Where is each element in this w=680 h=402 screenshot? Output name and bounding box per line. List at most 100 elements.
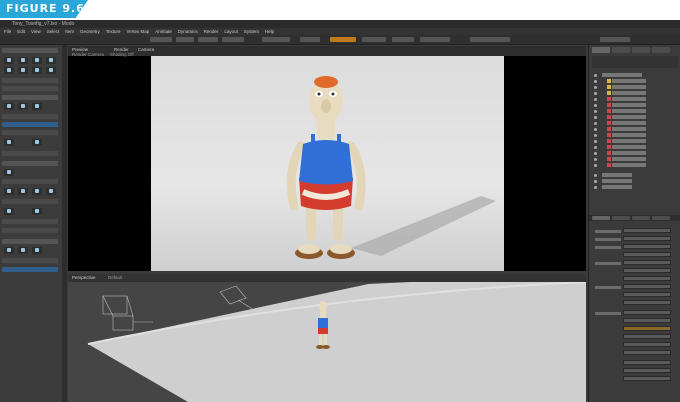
tool-icon[interactable] — [32, 247, 42, 254]
layout-dropdown[interactable] — [470, 37, 510, 42]
property-field[interactable] — [623, 268, 671, 273]
toolbar-button[interactable] — [392, 37, 414, 42]
vertical-tab-strip[interactable] — [62, 45, 67, 402]
tool-row[interactable] — [2, 258, 58, 263]
item-row[interactable] — [594, 139, 678, 144]
tool-row[interactable] — [2, 114, 58, 119]
tool-icon[interactable] — [4, 57, 14, 64]
item-row[interactable] — [594, 145, 678, 150]
item-row[interactable] — [594, 185, 678, 190]
menu-item-view[interactable]: View — [31, 29, 41, 34]
tab-perspective[interactable]: Perspective — [72, 275, 96, 280]
tool-icon[interactable] — [32, 139, 42, 146]
property-field[interactable] — [623, 318, 671, 323]
menu-item-vertex-map[interactable]: Vertex Map — [127, 29, 150, 34]
property-field[interactable] — [623, 342, 671, 347]
tab-channels[interactable] — [632, 47, 650, 53]
tab-items[interactable] — [592, 47, 610, 53]
tool-icon[interactable] — [4, 103, 14, 110]
tool-row[interactable] — [2, 228, 58, 233]
property-field[interactable] — [623, 276, 671, 281]
item-row[interactable] — [594, 151, 678, 156]
tool-row[interactable] — [2, 219, 58, 224]
menu-item-geometry[interactable]: Geometry — [80, 29, 100, 34]
tab-camera[interactable]: Camera — [138, 47, 154, 52]
tool-icon[interactable] — [4, 67, 14, 74]
tool-icon[interactable] — [4, 169, 14, 176]
tool-row[interactable] — [2, 199, 58, 204]
item-row[interactable] — [594, 179, 678, 184]
property-field[interactable] — [623, 292, 671, 297]
tool-icon[interactable] — [46, 67, 56, 74]
property-field[interactable] — [623, 236, 671, 241]
property-field[interactable] — [623, 368, 671, 373]
menu-item-render[interactable]: Render — [204, 29, 219, 34]
toolbar-button[interactable] — [600, 37, 630, 42]
tab-properties[interactable] — [592, 216, 610, 220]
tool-row[interactable] — [2, 78, 58, 83]
toolbar-button[interactable] — [362, 37, 386, 42]
menu-item-item[interactable]: Item — [65, 29, 74, 34]
tool-row[interactable] — [2, 122, 58, 127]
toolbar-button[interactable] — [262, 37, 290, 42]
tool-icon[interactable] — [32, 67, 42, 74]
toolbar-button[interactable] — [176, 37, 194, 42]
toolbar-button[interactable] — [300, 37, 320, 42]
tab-tags[interactable] — [652, 216, 670, 220]
toolbar-button[interactable] — [330, 37, 356, 42]
menu-item-help[interactable]: Help — [265, 29, 274, 34]
menu-item-edit[interactable]: Edit — [17, 29, 25, 34]
item-row[interactable] — [594, 97, 678, 102]
property-field[interactable] — [623, 350, 671, 355]
property-field[interactable] — [623, 252, 671, 257]
tool-icon[interactable] — [18, 247, 28, 254]
shading-label[interactable]: Shading Off — [110, 52, 134, 57]
item-row[interactable] — [594, 157, 678, 162]
tool-icon[interactable] — [4, 208, 14, 215]
property-field[interactable] — [623, 284, 671, 289]
property-field[interactable] — [623, 310, 671, 315]
perspective-viewport[interactable] — [68, 274, 586, 402]
tool-row[interactable] — [2, 179, 58, 184]
tab-shading[interactable] — [612, 47, 630, 53]
item-row[interactable] — [594, 85, 678, 90]
property-field[interactable] — [623, 300, 671, 305]
property-field[interactable] — [623, 228, 671, 233]
tool-icon[interactable] — [32, 188, 42, 195]
property-field[interactable] — [623, 334, 671, 339]
item-row[interactable] — [594, 103, 678, 108]
tool-icon[interactable] — [32, 103, 42, 110]
tool-row[interactable] — [2, 267, 58, 272]
item-row[interactable] — [594, 133, 678, 138]
tool-icon[interactable] — [18, 57, 28, 64]
toolbar-button[interactable] — [150, 37, 172, 42]
toolbar-button[interactable] — [222, 37, 244, 42]
item-row[interactable] — [594, 91, 678, 96]
menu-item-texture[interactable]: Texture — [106, 29, 121, 34]
property-field[interactable] — [623, 260, 671, 265]
toolbar-button[interactable] — [420, 37, 450, 42]
property-field[interactable] — [623, 326, 671, 331]
tool-icon[interactable] — [18, 67, 28, 74]
item-row[interactable] — [594, 79, 678, 84]
tool-icon[interactable] — [32, 57, 42, 64]
item-row[interactable] — [594, 115, 678, 120]
item-row[interactable] — [594, 163, 678, 168]
menu-item-layout[interactable]: Layout — [224, 29, 238, 34]
item-row[interactable] — [594, 127, 678, 132]
menu-item-select[interactable]: Select — [47, 29, 60, 34]
tool-row[interactable] — [2, 86, 58, 91]
tool-icon[interactable] — [4, 139, 14, 146]
tab-groups[interactable] — [652, 47, 670, 53]
tab-channels-props[interactable] — [612, 216, 630, 220]
tool-icon[interactable] — [18, 188, 28, 195]
tool-icon[interactable] — [4, 247, 14, 254]
item-row[interactable] — [594, 121, 678, 126]
property-field[interactable] — [623, 244, 671, 249]
menu-item-animate[interactable]: Animate — [155, 29, 172, 34]
item-row[interactable] — [594, 109, 678, 114]
tool-icon[interactable] — [46, 188, 56, 195]
tool-row[interactable] — [2, 130, 58, 135]
menu-item-dynamics[interactable]: Dynamics — [178, 29, 198, 34]
tab-display[interactable] — [632, 216, 650, 220]
